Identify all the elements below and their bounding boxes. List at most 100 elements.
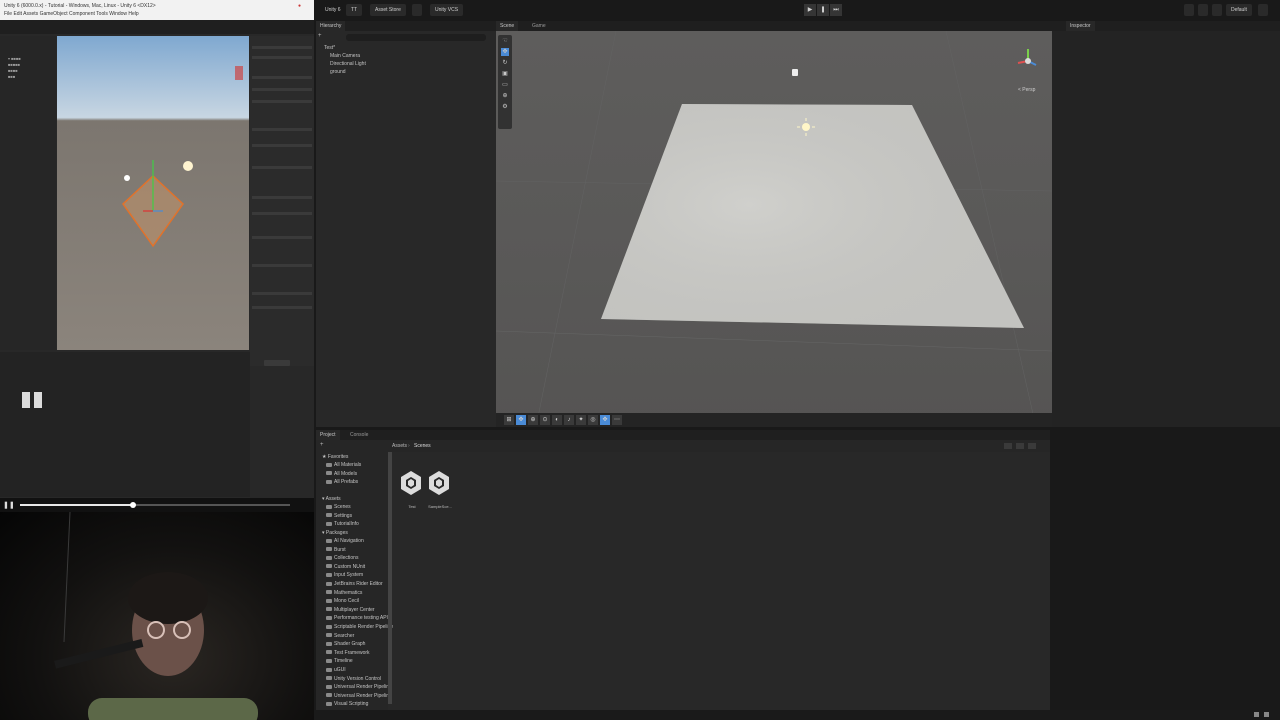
rect-tool-icon[interactable]: ▭ bbox=[501, 81, 509, 89]
package-folder[interactable]: Input System bbox=[326, 572, 363, 578]
package-folder-label: Visual Scripting bbox=[334, 701, 369, 708]
unity-logo-button[interactable]: Unity 6 bbox=[320, 4, 346, 16]
package-folder[interactable]: Performance testing API bbox=[326, 615, 388, 621]
folder-icon bbox=[326, 590, 332, 595]
tab-project[interactable]: Project bbox=[316, 430, 340, 440]
hierarchy-search-input[interactable] bbox=[346, 34, 486, 41]
tab-hierarchy[interactable]: Hierarchy bbox=[316, 21, 346, 31]
status-icon[interactable] bbox=[1264, 712, 1269, 717]
assets-folder[interactable]: TutorialInfo bbox=[326, 521, 359, 527]
version-control-button[interactable]: Unity VCS bbox=[430, 4, 464, 16]
package-folder[interactable]: Universal Render Pipeline bbox=[326, 693, 392, 699]
package-folder[interactable]: Scriptable Render Pipeline bbox=[326, 624, 393, 630]
search-icon[interactable] bbox=[1198, 4, 1208, 16]
search-filter-icon[interactable] bbox=[1004, 443, 1012, 449]
scene-viewport[interactable]: < Persp bbox=[496, 30, 1052, 427]
asset-store-button[interactable]: Asset Store bbox=[370, 4, 406, 16]
folder-icon bbox=[326, 633, 332, 638]
step-icon[interactable]: ⏭ bbox=[830, 4, 842, 16]
audio-icon[interactable]: ♪ bbox=[564, 415, 574, 425]
layout-dropdown[interactable]: Default bbox=[1226, 4, 1252, 16]
add-icon[interactable]: + bbox=[318, 33, 322, 39]
package-folder[interactable]: Timeline bbox=[326, 658, 353, 664]
pause-button-icon[interactable]: ❚ bbox=[817, 4, 829, 16]
status-icon[interactable] bbox=[1254, 712, 1259, 717]
rotate-tool-icon[interactable]: ↻ bbox=[501, 59, 509, 67]
reference-video: Unity 6 (6000.0.x) - Tutorial - Windows,… bbox=[0, 0, 314, 512]
snap-icon[interactable]: ✥ bbox=[516, 415, 526, 425]
shading-icon[interactable]: ◐ bbox=[552, 415, 562, 425]
custom-tool-icon[interactable]: ⚙ bbox=[501, 103, 509, 111]
collab-icon[interactable] bbox=[1184, 4, 1194, 16]
gizmos-icon[interactable]: ◎ bbox=[588, 415, 598, 425]
assets-folder[interactable]: Scenes bbox=[326, 504, 351, 510]
label-filter-icon[interactable] bbox=[1016, 443, 1024, 449]
folder-icon bbox=[326, 555, 332, 560]
tab-game[interactable]: Game bbox=[528, 21, 550, 31]
package-folder[interactable]: Custom NUnit bbox=[326, 564, 365, 570]
tab-inspector[interactable]: Inspector bbox=[1066, 21, 1095, 31]
hierarchy-item[interactable]: ground bbox=[330, 69, 346, 75]
more-icon[interactable]: ⋯ bbox=[612, 415, 622, 425]
package-folder[interactable]: Searcher bbox=[326, 633, 354, 639]
scene-asset-test[interactable]: Test bbox=[400, 470, 426, 516]
layers-icon[interactable] bbox=[1212, 4, 1222, 16]
add-asset-icon[interactable]: + bbox=[320, 442, 324, 448]
grid-icon[interactable]: ⊞ bbox=[504, 415, 514, 425]
package-folder[interactable]: Mono Cecil bbox=[326, 598, 359, 604]
favorites-item[interactable]: All Materials bbox=[326, 462, 361, 468]
package-folder[interactable]: Unity Version Control bbox=[326, 676, 381, 682]
breadcrumb-current[interactable]: Scenes bbox=[414, 443, 431, 449]
package-folder[interactable]: AI Navigation bbox=[326, 538, 364, 544]
assets-folder-label: TutorialInfo bbox=[334, 521, 359, 528]
favorites-item[interactable]: All Prefabs bbox=[326, 479, 358, 485]
favorites-item[interactable]: All Models bbox=[326, 471, 357, 477]
package-folder[interactable]: Universal Render Pipeline bbox=[326, 684, 392, 690]
cloud-icon[interactable] bbox=[412, 4, 422, 16]
package-folder[interactable]: Burst bbox=[326, 547, 346, 553]
view-tool-icon[interactable]: ☜ bbox=[501, 37, 509, 45]
package-folder[interactable]: Test Framework bbox=[326, 650, 370, 656]
hierarchy-item[interactable]: Directional Light bbox=[330, 61, 366, 67]
assets-folder[interactable]: Settings bbox=[326, 513, 352, 519]
package-folder[interactable]: Multiplayer Center bbox=[326, 607, 375, 613]
scene-asset-samplescene[interactable]: SampleSce... bbox=[428, 470, 454, 516]
effects-icon[interactable]: ✦ bbox=[576, 415, 586, 425]
hierarchy-item[interactable]: Main Camera bbox=[330, 53, 360, 59]
tab-console[interactable]: Console bbox=[346, 430, 373, 440]
close-icon[interactable]: ● bbox=[298, 3, 301, 9]
orientation-gizmo bbox=[1017, 49, 1037, 66]
package-folder-label: Mono Cecil bbox=[334, 598, 360, 605]
account-button[interactable]: TT bbox=[346, 4, 363, 16]
sun-icon bbox=[183, 161, 193, 171]
settings-icon[interactable] bbox=[1258, 4, 1268, 16]
scene-tools-overlay: ☜ ✥ ↻ ▣ ▭ ⊕ ⚙ bbox=[498, 35, 512, 129]
hidden-packages-icon[interactable] bbox=[1028, 443, 1036, 449]
package-folder[interactable]: Shader Graph bbox=[326, 641, 365, 647]
package-folder[interactable]: Mathematics bbox=[326, 590, 362, 596]
folder-icon bbox=[326, 598, 332, 603]
global-icon[interactable]: ⊙ bbox=[540, 415, 550, 425]
favorites-header[interactable]: ★ Favorites bbox=[322, 454, 348, 460]
pause-icon[interactable]: ❚❚ bbox=[3, 501, 15, 509]
camera-view-icon[interactable]: ✥ bbox=[600, 415, 610, 425]
video-title: Unity 6 (6000.0.x) - Tutorial - Windows,… bbox=[4, 3, 156, 9]
package-folder[interactable]: JetBrains Rider Editor bbox=[326, 581, 383, 587]
tab-scene[interactable]: Scene bbox=[496, 21, 519, 31]
packages-header[interactable]: ▾ Packages bbox=[322, 530, 348, 536]
assets-header[interactable]: ▾ Assets bbox=[322, 496, 341, 502]
project-tree-scrollbar[interactable] bbox=[388, 452, 392, 704]
video-progress-bar[interactable]: ❚❚ bbox=[0, 498, 314, 512]
package-folder[interactable]: uGUI bbox=[326, 667, 346, 673]
move-tool-icon[interactable]: ✥ bbox=[501, 48, 509, 56]
breadcrumb-root[interactable]: Assets bbox=[392, 443, 407, 449]
pivot-icon[interactable]: ⊕ bbox=[528, 415, 538, 425]
favorites-item-label: All Models bbox=[334, 470, 358, 477]
scale-tool-icon[interactable]: ▣ bbox=[501, 70, 509, 78]
package-folder-label: Unity Version Control bbox=[334, 675, 381, 682]
play-icon[interactable]: ▶ bbox=[804, 4, 816, 16]
hierarchy-scene-root[interactable]: Test* bbox=[324, 45, 335, 51]
package-folder[interactable]: Visual Scripting bbox=[326, 701, 368, 707]
package-folder[interactable]: Collections bbox=[326, 555, 358, 561]
transform-tool-icon[interactable]: ⊕ bbox=[501, 92, 509, 100]
